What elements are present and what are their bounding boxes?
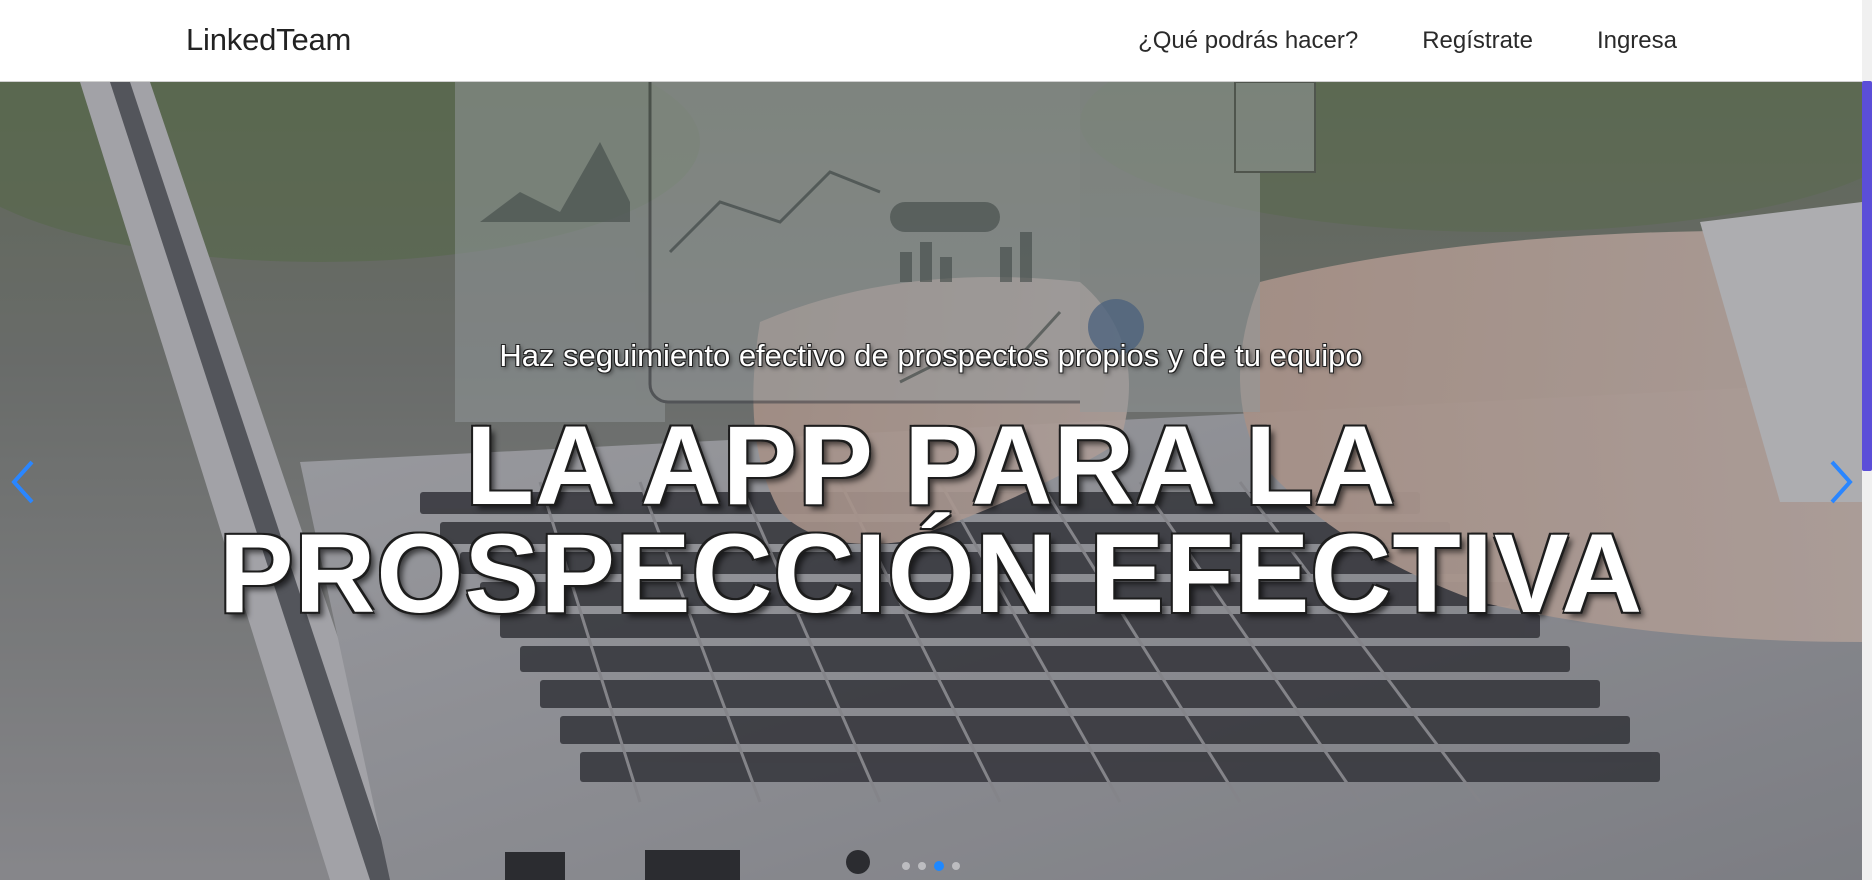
carousel-indicators (902, 861, 960, 871)
page: LinkedTeam ¿Qué podrás hacer? Regístrate… (0, 0, 1872, 880)
hero-carousel: Haz seguimiento efectivo de prospectos p… (0, 82, 1862, 880)
page-scrollbar[interactable] (1862, 0, 1872, 880)
nav-links: ¿Qué podrás hacer? Regístrate Ingresa (1138, 27, 1677, 55)
carousel-prev-button[interactable] (2, 452, 42, 512)
navbar: LinkedTeam ¿Qué podrás hacer? Regístrate… (0, 0, 1862, 82)
hero-subtitle: Haz seguimiento efectivo de prospectos p… (499, 338, 1363, 373)
chevron-right-icon (1830, 460, 1853, 504)
carousel-indicator-3[interactable] (934, 861, 944, 871)
nav-link-register[interactable]: Regístrate (1422, 27, 1533, 55)
nav-link-features[interactable]: ¿Qué podrás hacer? (1138, 27, 1358, 55)
chevron-left-icon (11, 460, 34, 504)
carousel-indicator-2[interactable] (918, 862, 926, 870)
nav-link-login[interactable]: Ingresa (1597, 27, 1677, 55)
carousel-indicator-1[interactable] (902, 862, 910, 870)
hero-title-line1: LA APP PARA LA (465, 403, 1397, 528)
carousel-indicator-4[interactable] (952, 862, 960, 870)
hero-title: LA APP PARA LA PROSPECCIÓN EFECTIVA (0, 403, 1862, 636)
scrollbar-thumb[interactable] (1862, 81, 1872, 471)
brand-logo[interactable]: LinkedTeam (186, 22, 351, 58)
carousel-next-button[interactable] (1822, 452, 1862, 512)
hero-title-line2: PROSPECCIÓN EFECTIVA (218, 511, 1644, 636)
